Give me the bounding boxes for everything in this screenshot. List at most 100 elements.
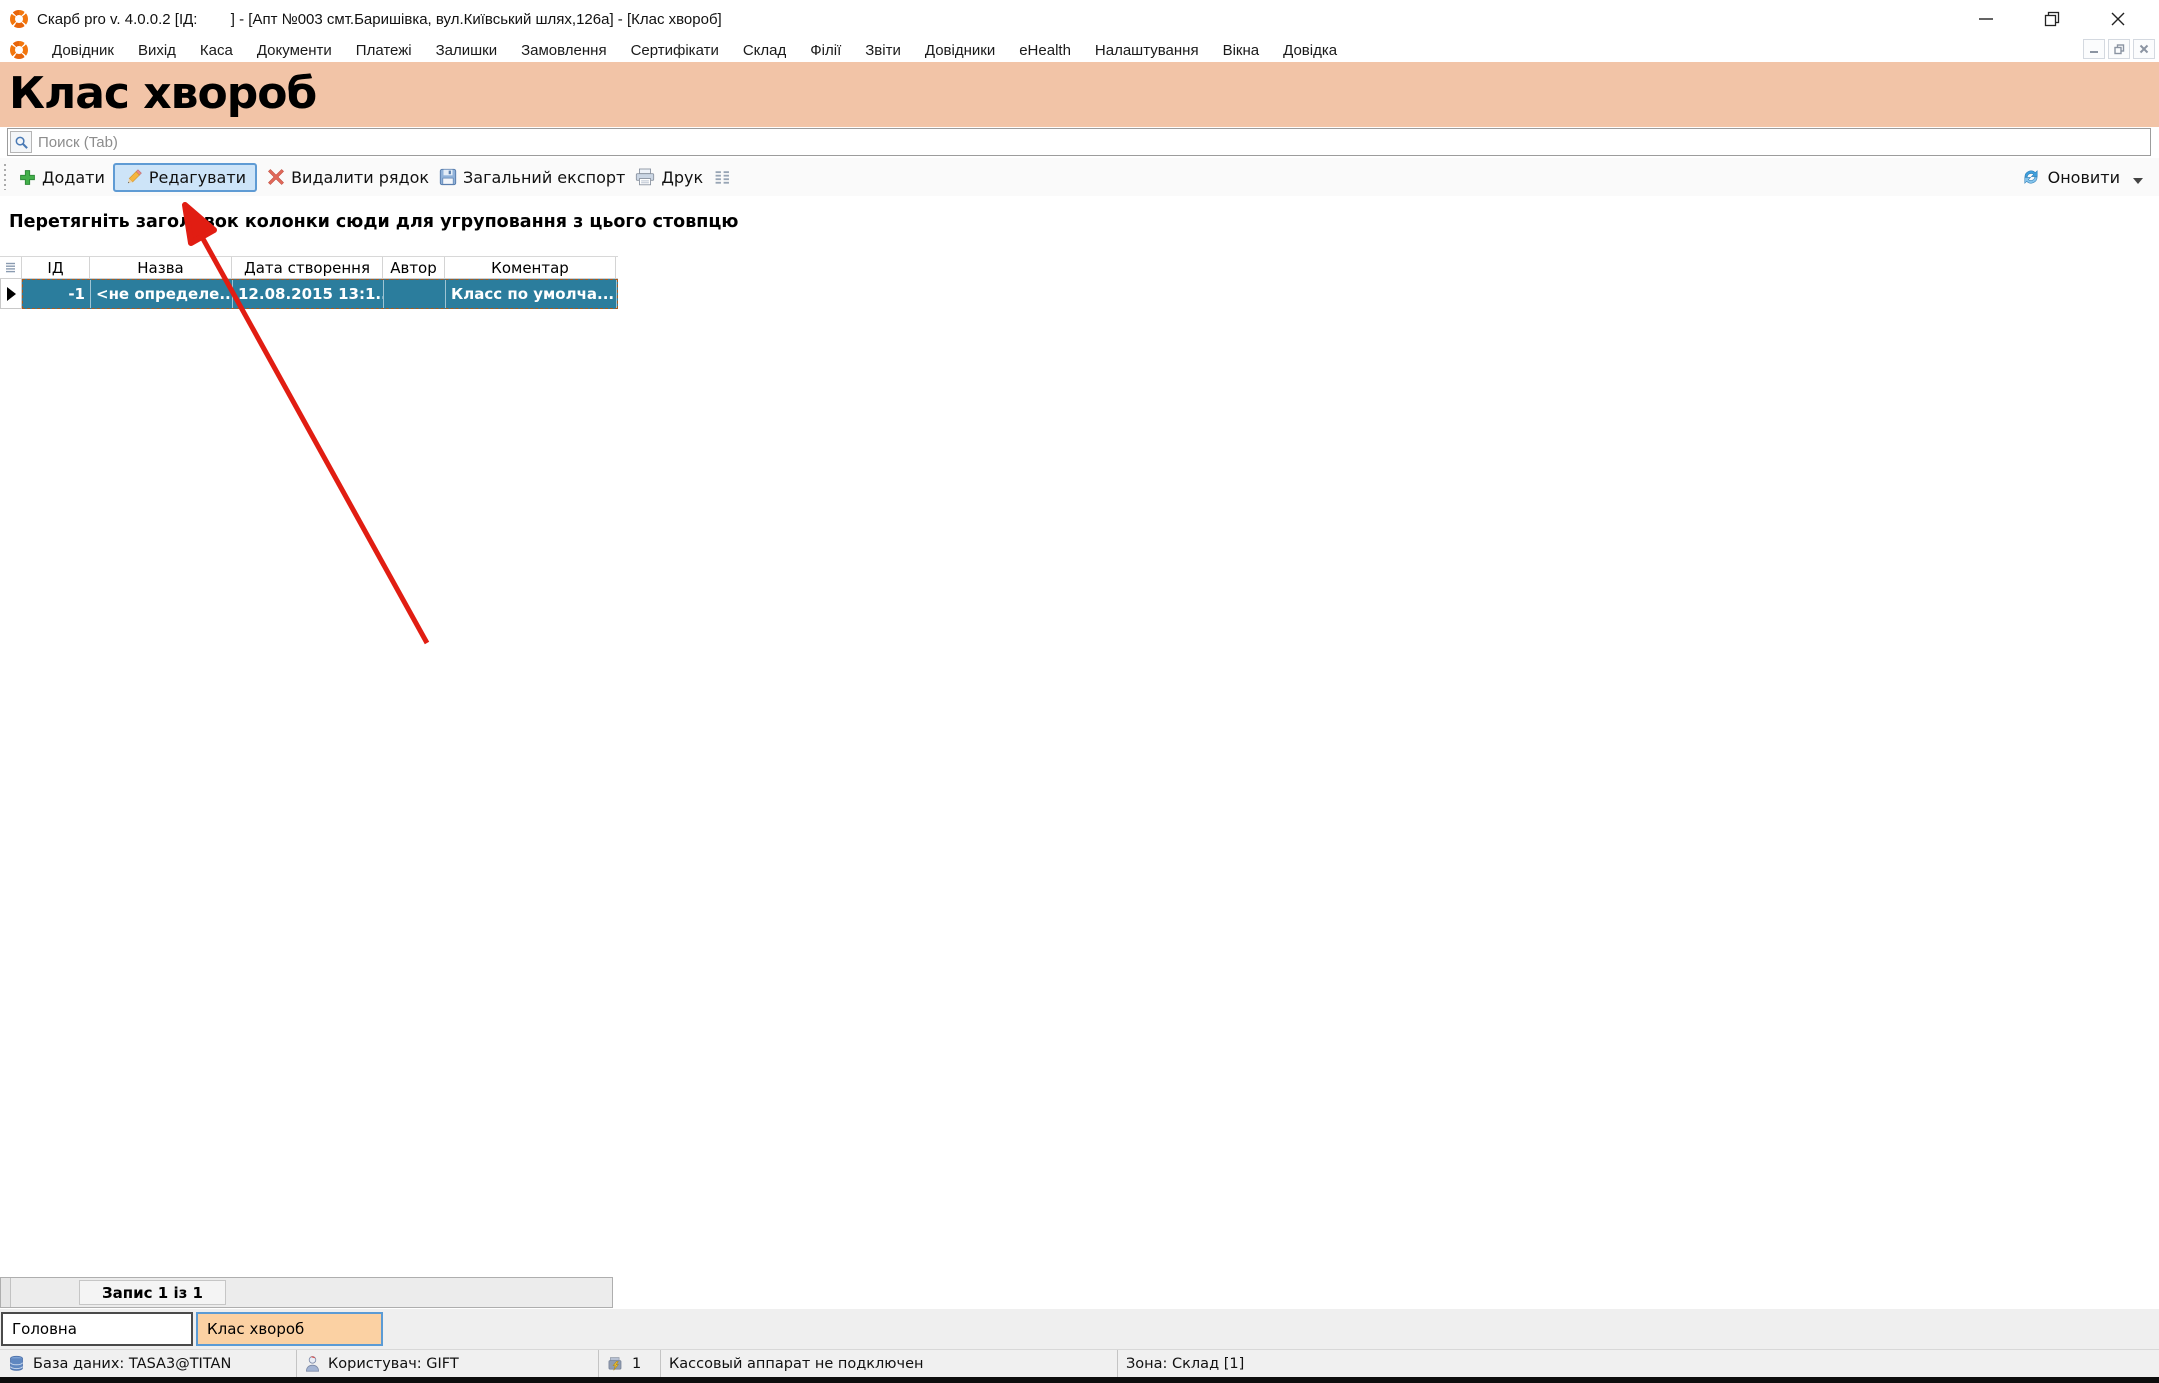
cell-comment[interactable]: Класс по умолча... [446,280,617,308]
print-button[interactable]: Друк [635,168,703,187]
menu-item-filii[interactable]: Філії [798,42,853,59]
menu-item-dovidnyky[interactable]: Довідники [913,42,1007,59]
cell-author[interactable] [384,280,446,308]
record-navigator-handle[interactable] [1,1278,11,1307]
statusbar-zone: Зона: Склад [1] [1117,1350,2159,1377]
cash-count-label: 1 [632,1356,641,1372]
grid-header-row: ІД Назва Дата створення Автор Коментар [0,256,618,279]
minimize-icon [1978,11,1994,27]
mdi-window-controls [2083,39,2155,59]
statusbar-user: Користувач: GIFT [296,1350,598,1377]
cell-created[interactable]: 12.08.2015 13:1... [233,280,384,308]
restore-button[interactable] [2019,0,2085,38]
mdi-restore-button[interactable] [2108,39,2130,59]
row-selector-cell[interactable] [0,279,22,309]
search-row [0,127,2159,158]
column-header-comment[interactable]: Коментар [445,257,616,278]
minimize-button[interactable] [1953,0,2019,38]
window-controls [1953,0,2151,38]
plus-icon [19,169,36,186]
search-icon-button[interactable] [10,131,32,153]
menu-item-vikna[interactable]: Вікна [1211,42,1272,59]
app-window: Скарб pro v. 4.0.0.2 [ІД: ] - [Апт №003 … [0,0,2159,1383]
mdi-restore-icon [2114,44,2125,55]
tab-klas-khvorob[interactable]: Клас хвороб [196,1312,383,1346]
user-icon [305,1355,320,1372]
edit-button-label: Редагувати [149,168,246,187]
close-button[interactable] [2085,0,2151,38]
current-row-marker-icon [7,287,16,301]
column-header-id[interactable]: ІД [22,257,90,278]
mdi-close-button[interactable] [2133,39,2155,59]
user-label: Користувач: GIFT [328,1356,459,1372]
column-header-author[interactable]: Автор [383,257,445,278]
toolbar: Додати Редагувати Видалити рядок Загальн… [0,158,2159,196]
statusbar-cash-status: Кассовый аппарат не подключен [660,1350,1117,1377]
column-chooser-button[interactable] [713,170,731,185]
tab-holovna[interactable]: Головна [1,1312,193,1346]
menu-item-dovidka[interactable]: Довідка [1271,42,1349,59]
statusbar-database: База даних: TASA3@TITAN [0,1350,296,1377]
database-label: База даних: TASA3@TITAN [33,1356,231,1372]
menu-item-platezhi[interactable]: Платежі [344,42,424,59]
data-grid: ІД Назва Дата створення Автор Коментар -… [0,256,618,309]
table-row[interactable]: -1 <не определе... 12.08.2015 13:1... Кл… [0,279,618,309]
menu-item-sklad[interactable]: Склад [731,42,798,59]
delete-row-button-label: Видалити рядок [291,168,429,187]
cash-status-label: Кассовый аппарат не подключен [669,1356,924,1372]
chevron-down-icon[interactable] [2133,178,2143,184]
export-button[interactable]: Загальний експорт [439,168,625,187]
cell-name[interactable]: <не определе... [91,280,233,308]
toolbar-grip-handle[interactable] [3,164,9,190]
menu-item-dokumenty[interactable]: Документи [245,42,344,59]
app-logo-icon [10,10,28,28]
column-header-name[interactable]: Назва [90,257,232,278]
cash-register-icon [607,1355,624,1372]
menu-item-nalashtuvannya[interactable]: Налаштування [1083,42,1211,59]
restore-icon [2044,11,2061,28]
menu-item-vykhid[interactable]: Вихід [126,42,188,59]
search-icon [14,135,29,150]
export-button-label: Загальний експорт [463,168,625,187]
selected-row[interactable]: -1 <не определе... 12.08.2015 13:1... Кл… [22,279,618,309]
menu-item-zvity[interactable]: Звіти [853,42,913,59]
print-button-label: Друк [661,168,703,187]
refresh-button[interactable]: Оновити [2021,158,2143,196]
row-selector-header[interactable] [0,257,22,278]
mdi-minimize-button[interactable] [2083,39,2105,59]
floppy-disk-icon [439,168,457,186]
annotation-arrow [0,0,2159,1383]
title-bar: Скарб pro v. 4.0.0.2 [ІД: ] - [Апт №003 … [0,0,2159,38]
menu-item-kasa[interactable]: Каса [188,42,245,59]
red-x-icon [267,168,285,186]
menu-item-zamovlennya[interactable]: Замовлення [509,42,618,59]
menu-items: Довідник Вихід Каса Документи Платежі За… [40,42,1349,59]
columns-icon [713,170,731,185]
zone-label: Зона: Склад [1] [1126,1356,1244,1372]
bottom-tab-bar: Головна Клас хвороб [0,1309,2159,1349]
window-title: Скарб pro v. 4.0.0.2 [ІД: ] - [Апт №003 … [37,11,722,28]
pencil-icon [124,168,143,187]
close-icon [2110,11,2126,27]
menu-item-sertyfikaty[interactable]: Сертифікати [619,42,731,59]
menu-item-ehealth[interactable]: eHealth [1007,42,1083,59]
add-button[interactable]: Додати [19,168,105,187]
edit-button[interactable]: Редагувати [113,163,257,192]
menu-item-zalyshky[interactable]: Залишки [424,42,510,59]
column-header-created[interactable]: Дата створення [232,257,383,278]
group-by-hint: Перетягніть заголовок колонки сюди для у… [9,212,738,232]
printer-icon [635,168,655,186]
add-button-label: Додати [42,168,105,187]
mdi-minimize-icon [2089,44,2099,54]
delete-row-button[interactable]: Видалити рядок [267,168,429,187]
menu-bar: Довідник Вихід Каса Документи Платежі За… [0,38,2159,62]
database-icon [8,1355,25,1372]
search-input[interactable] [32,134,2150,151]
menu-logo-icon [10,41,28,59]
page-banner: Клас хвороб [0,62,2159,127]
statusbar-cash-count: 1 [598,1350,660,1377]
refresh-icon [2021,167,2041,187]
menu-item-dovidnyk[interactable]: Довідник [40,42,126,59]
cell-id[interactable]: -1 [23,280,91,308]
grid-grip-icon [5,262,16,273]
